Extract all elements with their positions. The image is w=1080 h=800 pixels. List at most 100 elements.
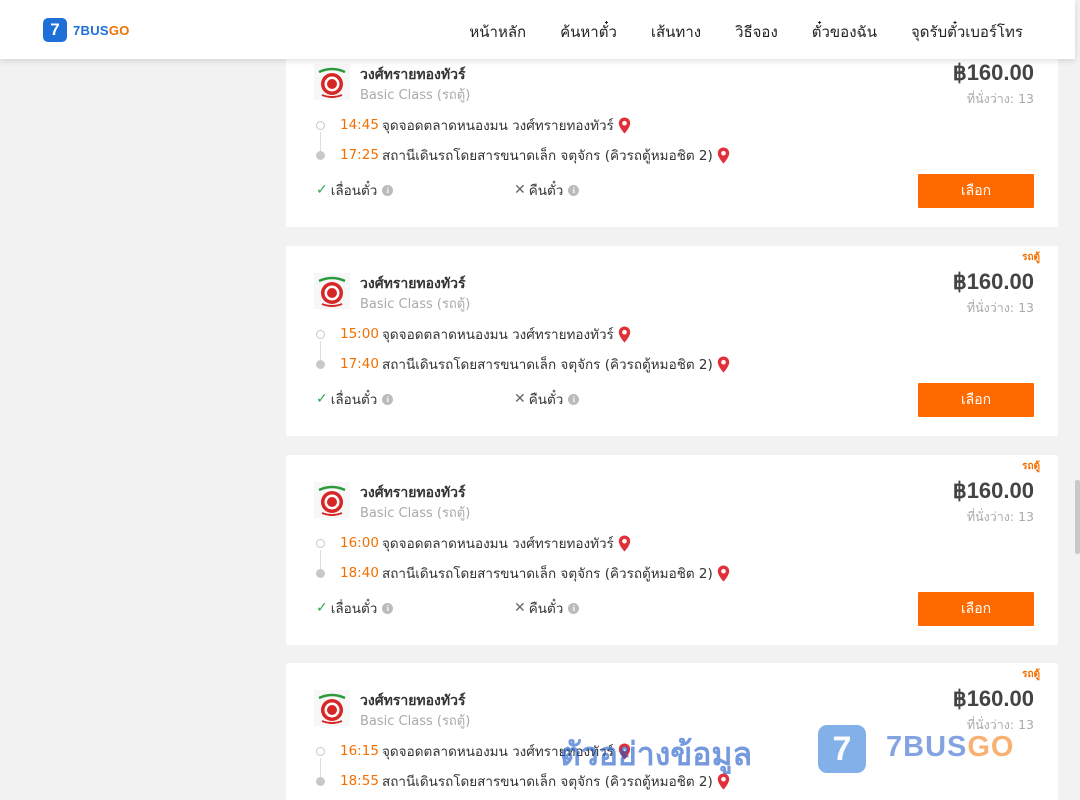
vehicle-type-tag: รถตู้ xyxy=(1022,252,1040,263)
check-icon: ✓ xyxy=(316,391,328,407)
refund-policy: ✕ คืนตั๋ว i xyxy=(514,179,580,201)
x-icon: ✕ xyxy=(514,182,526,198)
refund-policy: ✕ คืนตั๋ว i xyxy=(514,388,580,410)
bus-class: Basic Class (รถตู้) xyxy=(360,297,471,312)
departure-stop: 14:45 จุดจอดตลาดหนองมน วงศ์ทรายทองทัวร์ xyxy=(316,115,631,135)
company-logo-icon xyxy=(314,482,350,518)
ticket-price: ฿160.00 xyxy=(952,60,1034,85)
departure-time: 14:45 xyxy=(340,117,379,133)
arrival-time: 17:25 xyxy=(340,147,379,163)
departure-dot-icon xyxy=(316,538,325,548)
arrival-stop: 17:40 สถานีเดินรถโดยสารขนาดเล็ก จตุจักร … xyxy=(316,354,730,374)
arrival-time: 18:55 xyxy=(340,773,379,789)
refund-label: คืนตั๋ว xyxy=(528,392,564,408)
info-icon[interactable]: i xyxy=(568,184,580,196)
company-logo-icon xyxy=(314,64,350,100)
ticket-price: ฿160.00 xyxy=(952,269,1034,294)
main-nav: หน้าหลัก ค้นหาตั๋ว เส้นทาง วิธีจอง ตั๋วข… xyxy=(469,20,1023,44)
select-trip-button[interactable]: เลือก xyxy=(918,174,1034,208)
site-header: 7 7BUSGO หน้าหลัก ค้นหาตั๋ว เส้นทาง วิธี… xyxy=(0,0,1075,59)
change-policy: ✓ เลื่อนตั๋ว i xyxy=(316,597,394,619)
ticket-price: ฿160.00 xyxy=(952,686,1034,711)
departure-dot-icon xyxy=(316,329,325,339)
check-icon: ✓ xyxy=(316,600,328,616)
company-name: วงศ์ทรายทองทัวร์ xyxy=(360,485,466,501)
check-icon: ✓ xyxy=(316,182,328,198)
map-pin-icon[interactable] xyxy=(618,535,631,552)
info-icon[interactable]: i xyxy=(568,602,580,614)
change-policy: ✓ เลื่อนตั๋ว i xyxy=(316,179,394,201)
departure-time: 15:00 xyxy=(340,326,379,342)
arrival-stop: 18:40 สถานีเดินรถโดยสารขนาดเล็ก จตุจักร … xyxy=(316,563,730,583)
info-icon[interactable]: i xyxy=(382,602,394,614)
logo-text: 7BUSGO xyxy=(73,22,130,38)
nav-search-ticket[interactable]: ค้นหาตั๋ว xyxy=(560,20,617,44)
arrival-time: 17:40 xyxy=(340,356,379,372)
arrival-dot-icon xyxy=(316,568,325,578)
site-logo[interactable]: 7 7BUSGO xyxy=(43,18,130,42)
change-label: เลื่อนตั๋ว xyxy=(330,392,378,408)
departure-dot-icon xyxy=(316,746,325,756)
departure-stop: 16:00 จุดจอดตลาดหนองมน วงศ์ทรายทองทัวร์ xyxy=(316,533,631,553)
seats-available: ที่นั่งว่าง: 13 xyxy=(966,509,1034,524)
nav-home[interactable]: หน้าหลัก xyxy=(469,20,526,44)
departure-place: จุดจอดตลาดหนองมน วงศ์ทรายทองทัวร์ xyxy=(382,118,614,134)
arrival-place: สถานีเดินรถโดยสารขนาดเล็ก จตุจักร (คิวรถ… xyxy=(382,357,713,373)
map-pin-icon[interactable] xyxy=(717,565,730,582)
departure-time: 16:15 xyxy=(340,743,379,759)
company-name: วงศ์ทรายทองทัวร์ xyxy=(360,693,466,709)
nav-routes[interactable]: เส้นทาง xyxy=(651,20,701,44)
departure-stop: 15:00 จุดจอดตลาดหนองมน วงศ์ทรายทองทัวร์ xyxy=(316,324,631,344)
nav-my-tickets[interactable]: ตั๋วของฉัน xyxy=(812,20,877,44)
trip-card: รถตู้ วงศ์ทรายทองทัวร์ Basic Class (รถตู… xyxy=(286,246,1058,436)
refund-policy: ✕ คืนตั๋ว i xyxy=(514,597,580,619)
page-scrollbar[interactable] xyxy=(1075,0,1080,800)
x-icon: ✕ xyxy=(514,391,526,407)
select-trip-button[interactable]: เลือก xyxy=(918,383,1034,417)
bus-class: Basic Class (รถตู้) xyxy=(360,88,471,103)
arrival-dot-icon xyxy=(316,776,325,786)
info-icon[interactable]: i xyxy=(382,393,394,405)
arrival-dot-icon xyxy=(316,150,325,160)
map-pin-icon[interactable] xyxy=(618,326,631,343)
refund-label: คืนตั๋ว xyxy=(528,183,564,199)
company-name: วงศ์ทรายทองทัวร์ xyxy=(360,67,466,83)
logo-mark-icon: 7 xyxy=(43,18,67,42)
info-icon[interactable]: i xyxy=(382,184,394,196)
nav-how-to-book[interactable]: วิธีจอง xyxy=(735,20,778,44)
trip-card: วงศ์ทรายทองทัวร์ Basic Class (รถตู้) ฿16… xyxy=(286,37,1058,227)
watermark-brand: 7BUSGO xyxy=(886,731,1015,763)
watermark-logo-icon: 7 xyxy=(818,725,866,773)
departure-place: จุดจอดตลาดหนองมน วงศ์ทรายทองทัวร์ xyxy=(382,327,614,343)
company-logo-icon xyxy=(314,273,350,309)
departure-time: 16:00 xyxy=(340,535,379,551)
ticket-price: ฿160.00 xyxy=(952,478,1034,503)
watermark-text: ตัวอย่างข้อมูล xyxy=(560,735,753,773)
x-icon: ✕ xyxy=(514,600,526,616)
select-trip-button[interactable]: เลือก xyxy=(918,592,1034,626)
departure-place: จุดจอดตลาดหนองมน วงศ์ทรายทองทัวร์ xyxy=(382,536,614,552)
change-label: เลื่อนตั๋ว xyxy=(330,601,378,617)
map-pin-icon[interactable] xyxy=(717,147,730,164)
bus-class: Basic Class (รถตู้) xyxy=(360,714,471,729)
refund-label: คืนตั๋ว xyxy=(528,601,564,617)
company-name: วงศ์ทรายทองทัวร์ xyxy=(360,276,466,292)
seats-available: ที่นั่งว่าง: 13 xyxy=(966,91,1034,106)
trip-card: รถตู้ วงศ์ทรายทองทัวร์ Basic Class (รถตู… xyxy=(286,455,1058,645)
company-logo-icon xyxy=(314,690,350,726)
seats-available: ที่นั่งว่าง: 13 xyxy=(966,300,1034,315)
departure-dot-icon xyxy=(316,120,325,130)
arrival-place: สถานีเดินรถโดยสารขนาดเล็ก จตุจักร (คิวรถ… xyxy=(382,566,713,582)
nav-ticket-pickup-contacts[interactable]: จุดรับตั๋วเบอร์โทร xyxy=(911,20,1023,44)
map-pin-icon[interactable] xyxy=(717,356,730,373)
arrival-stop: 17:25 สถานีเดินรถโดยสารขนาดเล็ก จตุจักร … xyxy=(316,145,730,165)
info-icon[interactable]: i xyxy=(568,393,580,405)
scrollbar-thumb[interactable] xyxy=(1075,480,1080,554)
vehicle-type-tag: รถตู้ xyxy=(1022,669,1040,680)
map-pin-icon[interactable] xyxy=(618,117,631,134)
arrival-dot-icon xyxy=(316,359,325,369)
arrival-time: 18:40 xyxy=(340,565,379,581)
change-policy: ✓ เลื่อนตั๋ว i xyxy=(316,388,394,410)
bus-class: Basic Class (รถตู้) xyxy=(360,506,471,521)
arrival-place: สถานีเดินรถโดยสารขนาดเล็ก จตุจักร (คิวรถ… xyxy=(382,148,713,164)
